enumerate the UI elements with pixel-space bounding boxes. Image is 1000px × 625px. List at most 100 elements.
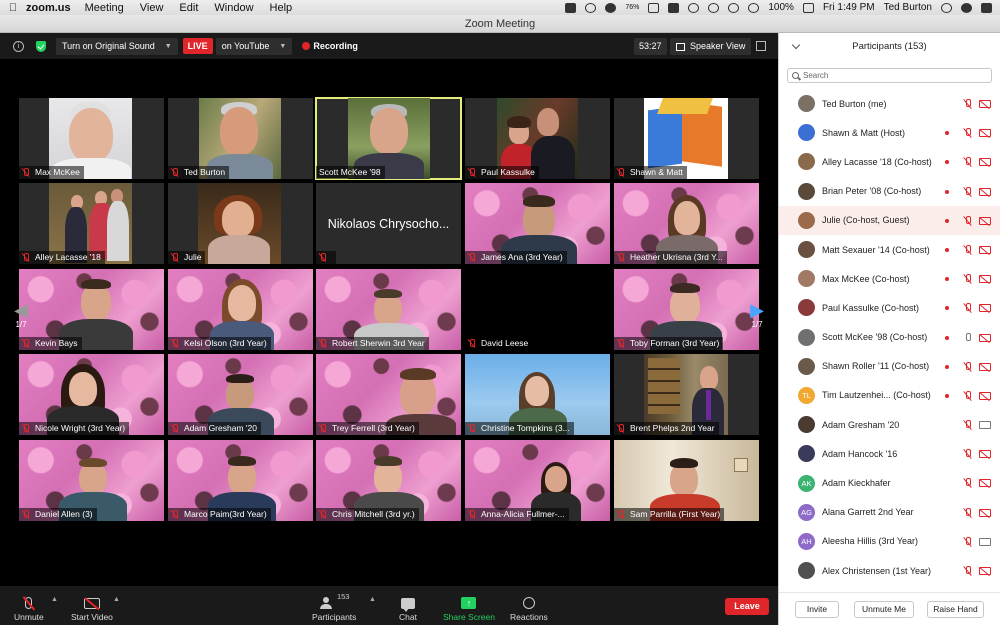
view-toggle-button[interactable]: Speaker View bbox=[670, 38, 752, 55]
video-tile[interactable]: Toby Forman (3rd Year) bbox=[614, 269, 759, 350]
participant-row[interactable]: Adam Gresham '20 bbox=[779, 410, 1000, 439]
video-tile[interactable]: Julie bbox=[168, 183, 313, 264]
start-video-button[interactable]: Start Video bbox=[71, 592, 113, 622]
creative-cloud-icon[interactable] bbox=[585, 2, 597, 13]
video-tile[interactable]: Alley Lacasse '18 bbox=[19, 183, 164, 264]
video-tile[interactable]: Heather Ukrisna (3rd Y... bbox=[614, 183, 759, 264]
participant-row[interactable]: TL Tim Lautzenhei... (Co-host) bbox=[779, 381, 1000, 410]
video-off-icon[interactable] bbox=[979, 158, 991, 167]
text-icon[interactable] bbox=[648, 2, 660, 13]
participant-row[interactable]: AG Alana Garrett 2nd Year bbox=[779, 498, 1000, 527]
mic-muted-icon[interactable] bbox=[963, 244, 972, 255]
mic-muted-icon[interactable] bbox=[963, 128, 972, 138]
video-tile[interactable]: Sam Parrilla (First Year) bbox=[614, 440, 759, 521]
unmute-me-button[interactable]: Unmute Me bbox=[854, 601, 914, 618]
participant-row[interactable]: Alley Lacasse '18 (Co-host) bbox=[779, 147, 1000, 176]
video-tile-active-speaker[interactable]: Scott McKee '98 bbox=[315, 97, 462, 180]
siri-icon[interactable] bbox=[961, 2, 972, 13]
control-center-icon[interactable] bbox=[981, 2, 992, 13]
share-screen-button[interactable]: ↑ Share Screen bbox=[443, 592, 495, 622]
info-icon[interactable]: i bbox=[13, 40, 24, 52]
menu-meeting[interactable]: Meeting bbox=[85, 2, 124, 14]
video-tile[interactable]: Shawn & Matt bbox=[614, 98, 759, 179]
chat-button[interactable]: Chat bbox=[399, 592, 417, 622]
mic-muted-icon[interactable] bbox=[963, 449, 972, 459]
unmute-button[interactable]: Unmute bbox=[14, 592, 44, 622]
participant-row[interactable]: Matt Sexauer '14 (Co-host) bbox=[779, 235, 1000, 264]
raise-hand-button[interactable]: Raise Hand bbox=[927, 601, 984, 618]
clock[interactable]: Fri 1:49 PM bbox=[823, 2, 875, 13]
participant-row[interactable]: Max McKee (Co-host) bbox=[779, 264, 1000, 293]
chevron-down-icon[interactable]: ▼ bbox=[279, 43, 286, 50]
apple-icon[interactable]:  bbox=[0, 2, 26, 14]
mic-icon[interactable] bbox=[964, 332, 971, 343]
video-tile[interactable]: Chris Mitchell (3rd yr.) bbox=[316, 440, 461, 521]
participant-row[interactable]: AH Aleesha Hillis (3rd Year) bbox=[779, 527, 1000, 556]
mic-muted-icon[interactable] bbox=[963, 99, 972, 109]
video-off-icon[interactable] bbox=[979, 567, 991, 575]
mic-muted-icon[interactable] bbox=[963, 157, 972, 167]
video-tile[interactable]: Christine Tompkins (3... bbox=[465, 354, 610, 435]
video-tile[interactable]: Kevin Bays bbox=[19, 269, 164, 350]
participant-row[interactable]: Shawn Roller '11 (Co-host) bbox=[779, 352, 1000, 381]
video-off-icon[interactable] bbox=[979, 304, 991, 313]
volume-icon[interactable] bbox=[748, 2, 760, 13]
reactions-button[interactable]: Reactions bbox=[510, 592, 548, 622]
original-sound-button[interactable]: Turn on Original Sound ▼ bbox=[56, 37, 178, 55]
video-tile[interactable]: Robert Sherwin 3rd Year bbox=[316, 269, 461, 350]
video-icon[interactable] bbox=[979, 421, 991, 430]
video-tile[interactable]: Kelsi Olson (3rd Year) bbox=[168, 269, 313, 350]
participant-row[interactable]: Brian Peter '08 (Co-host) bbox=[779, 177, 1000, 206]
participant-row[interactable]: Paul Kassulke (Co-host) bbox=[779, 293, 1000, 322]
video-tile[interactable]: Anna-Alicia Fullmer-... bbox=[465, 440, 610, 521]
menubar-user[interactable]: Ted Burton bbox=[884, 2, 932, 13]
participant-row[interactable]: Adam Hancock '16 bbox=[779, 439, 1000, 468]
menu-window[interactable]: Window bbox=[214, 2, 253, 14]
mic-muted-icon[interactable] bbox=[963, 566, 972, 576]
video-tile[interactable]: Daniel Allen (3) bbox=[19, 440, 164, 521]
chevron-down-icon[interactable] bbox=[791, 40, 801, 50]
video-off-icon[interactable] bbox=[979, 333, 991, 342]
fullscreen-icon[interactable] bbox=[756, 41, 766, 51]
video-tile[interactable]: David Leese bbox=[465, 269, 610, 350]
search-input[interactable] bbox=[803, 71, 983, 80]
participants-button[interactable]: 153 Participants bbox=[312, 592, 356, 622]
zoom-status-icon[interactable] bbox=[565, 2, 577, 13]
mic-muted-icon[interactable] bbox=[963, 390, 972, 401]
video-off-icon[interactable] bbox=[979, 362, 991, 371]
mic-muted-icon[interactable] bbox=[963, 361, 972, 372]
prev-page-button[interactable]: ◀ 1/7 bbox=[8, 300, 34, 329]
video-off-icon[interactable] bbox=[979, 391, 991, 400]
video-off-icon[interactable] bbox=[979, 129, 991, 138]
participant-row[interactable]: Julie (Co-host, Guest) bbox=[779, 205, 1000, 235]
mic-muted-icon[interactable] bbox=[963, 186, 972, 197]
mic-muted-icon[interactable] bbox=[963, 274, 972, 284]
battery-icon[interactable] bbox=[802, 2, 814, 13]
menu-view[interactable]: View bbox=[140, 2, 164, 14]
video-tile[interactable]: James Ana (3rd Year) bbox=[465, 183, 610, 264]
wifi-icon[interactable] bbox=[728, 2, 740, 13]
sync-icon[interactable] bbox=[605, 2, 617, 13]
audio-options-caret[interactable]: ▲ bbox=[51, 596, 58, 603]
video-tile[interactable]: Trey Ferrell (3rd Year) bbox=[316, 354, 461, 435]
participants-options-caret[interactable]: ▲ bbox=[369, 596, 376, 603]
mic-muted-icon[interactable] bbox=[963, 215, 972, 226]
invite-button[interactable]: Invite bbox=[795, 601, 839, 618]
video-off-icon[interactable] bbox=[979, 450, 991, 459]
shield-icon[interactable] bbox=[36, 40, 46, 52]
next-page-button[interactable]: ▶ 1/7 bbox=[744, 300, 770, 329]
youtube-stream-button[interactable]: on YouTube ▼ bbox=[215, 37, 293, 55]
video-tile[interactable]: Nikolaos Chrysocho... bbox=[316, 183, 461, 264]
participant-row[interactable]: Alex Christensen (1st Year) bbox=[779, 556, 1000, 585]
video-icon[interactable] bbox=[979, 537, 991, 546]
app-menu[interactable]: zoom.us bbox=[26, 2, 71, 14]
video-tile[interactable]: Paul Kassulke bbox=[465, 98, 610, 179]
video-tile[interactable]: Nicole Wright (3rd Year) bbox=[19, 354, 164, 435]
menu-edit[interactable]: Edit bbox=[179, 2, 198, 14]
participant-row[interactable]: Shawn & Matt (Host) bbox=[779, 118, 1000, 147]
video-tile[interactable]: Ted Burton bbox=[168, 98, 313, 179]
menu-help[interactable]: Help bbox=[270, 2, 293, 14]
dropbox-icon[interactable] bbox=[668, 2, 680, 13]
chevron-down-icon[interactable]: ▼ bbox=[165, 43, 172, 50]
leave-button[interactable]: Leave bbox=[725, 598, 769, 615]
